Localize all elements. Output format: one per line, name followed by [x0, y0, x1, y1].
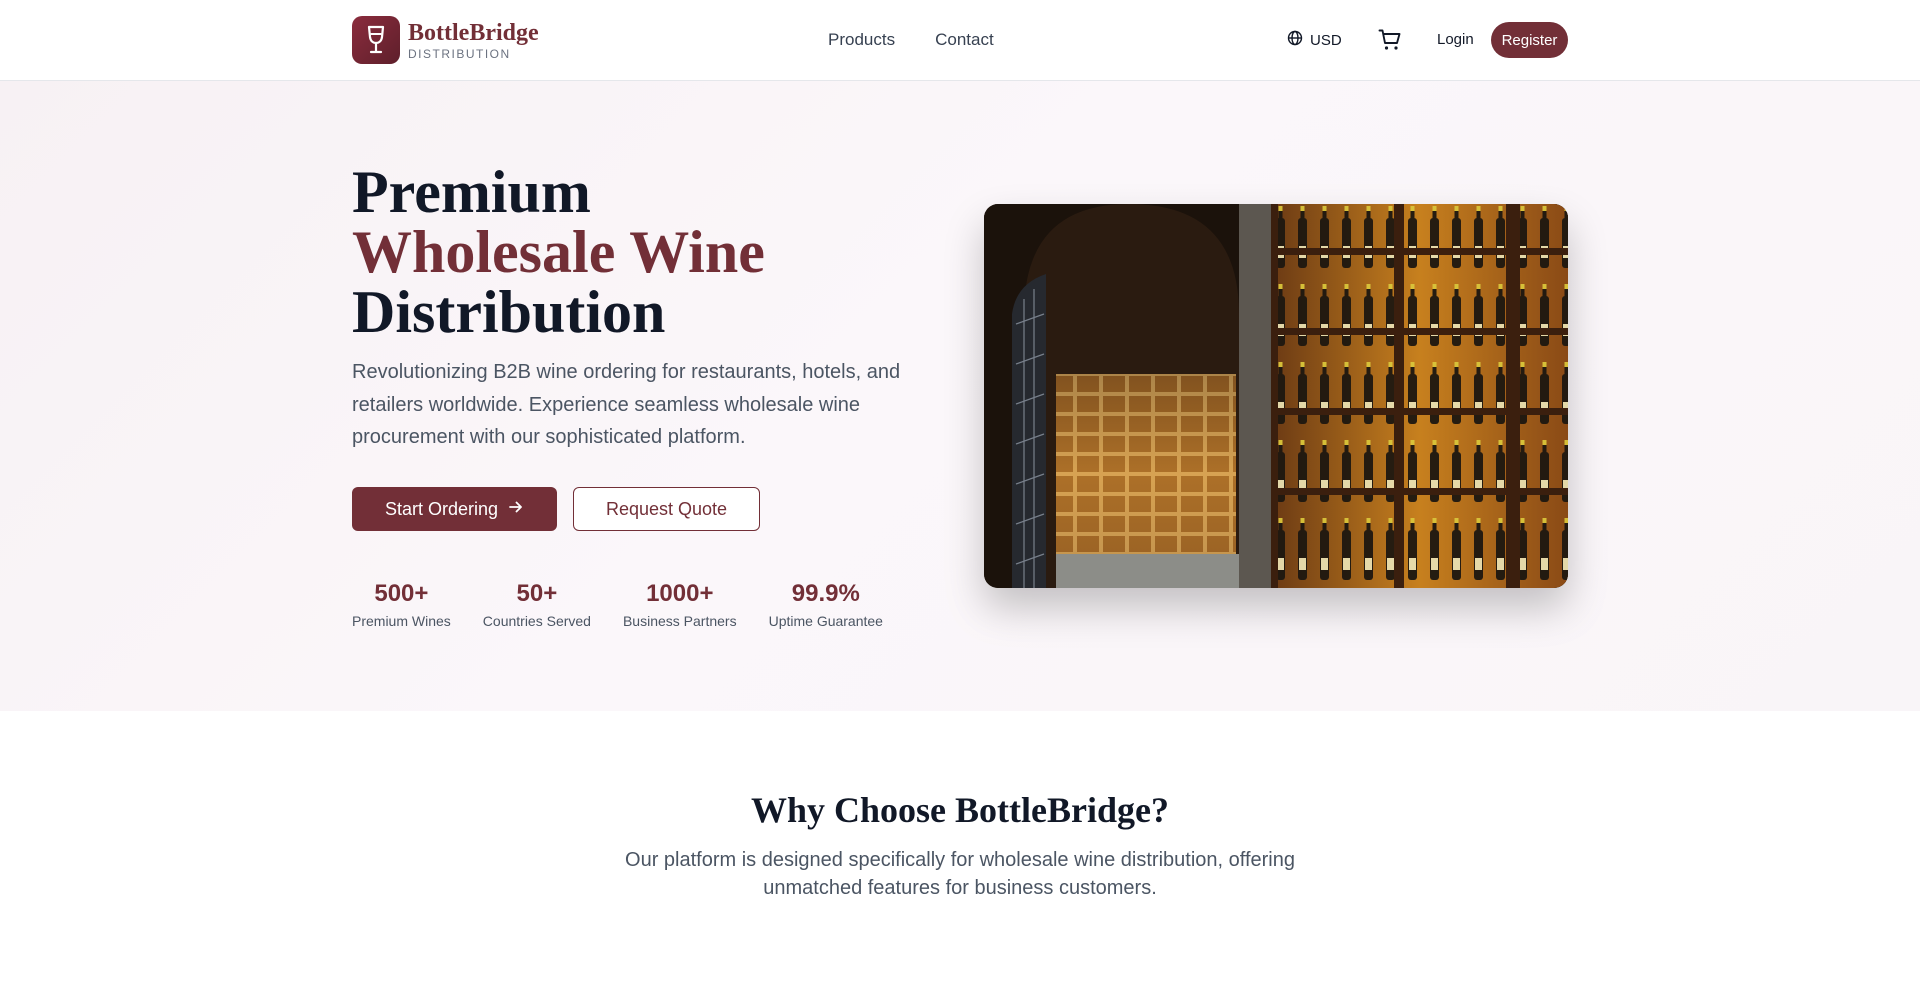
wine-cellar-image — [984, 204, 1568, 588]
hero-title-line-3: Distribution — [352, 279, 666, 345]
currency-label: USD — [1310, 31, 1342, 49]
register-button[interactable]: Register — [1491, 22, 1568, 58]
hero-description: Revolutionizing B2B wine ordering for re… — [352, 361, 901, 448]
stat-value: 50+ — [516, 580, 558, 607]
stats-row: 500+ Premium Wines 50+ Countries Served … — [352, 580, 883, 629]
brand-tagline: DISTRIBUTION — [408, 46, 511, 61]
globe-icon — [1287, 30, 1303, 50]
stat-item: 99.9% Uptime Guarantee — [769, 580, 883, 629]
brand-logo[interactable]: BottleBridge DISTRIBUTION — [352, 16, 539, 64]
request-quote-button[interactable]: Request Quote — [573, 487, 760, 531]
nav-link-contact[interactable]: Contact — [935, 30, 994, 50]
stat-item: 1000+ Business Partners — [623, 580, 737, 629]
stat-value: 500+ — [374, 580, 429, 607]
currency-selector[interactable]: USD — [1287, 30, 1342, 50]
stat-item: 500+ Premium Wines — [352, 580, 451, 629]
stat-label: Premium Wines — [352, 613, 451, 629]
features-description: Our platform is designed specifically fo… — [625, 849, 1295, 899]
features-title: Why Choose BottleBridge? — [751, 790, 1169, 830]
site-header: BottleBridge DISTRIBUTION Products Conta… — [0, 0, 1920, 81]
brand-name: BottleBridge — [408, 19, 539, 46]
shopping-cart-icon[interactable] — [1378, 28, 1402, 57]
arrow-right-icon — [508, 499, 524, 520]
login-link[interactable]: Login — [1437, 31, 1474, 48]
stat-value: 1000+ — [646, 580, 714, 607]
main-nav: Products Contact — [828, 30, 994, 50]
hero-title-line-1: Premium — [352, 159, 591, 225]
hero-title-line-2: Wholesale Wine — [352, 219, 765, 285]
stat-item: 50+ Countries Served — [483, 580, 591, 629]
hero-section: Premium Wholesale Wine Distribution Revo… — [0, 81, 1920, 711]
start-ordering-button[interactable]: Start Ordering — [352, 487, 557, 531]
hero-title: Premium Wholesale Wine Distribution — [352, 162, 765, 342]
stat-label: Uptime Guarantee — [768, 613, 883, 629]
nav-link-products[interactable]: Products — [828, 30, 895, 50]
stat-label: Business Partners — [622, 613, 737, 629]
stat-value: 99.9% — [791, 580, 860, 607]
stat-label: Countries Served — [482, 613, 591, 629]
start-ordering-label: Start Ordering — [384, 498, 499, 519]
wine-glass-icon — [352, 16, 400, 64]
